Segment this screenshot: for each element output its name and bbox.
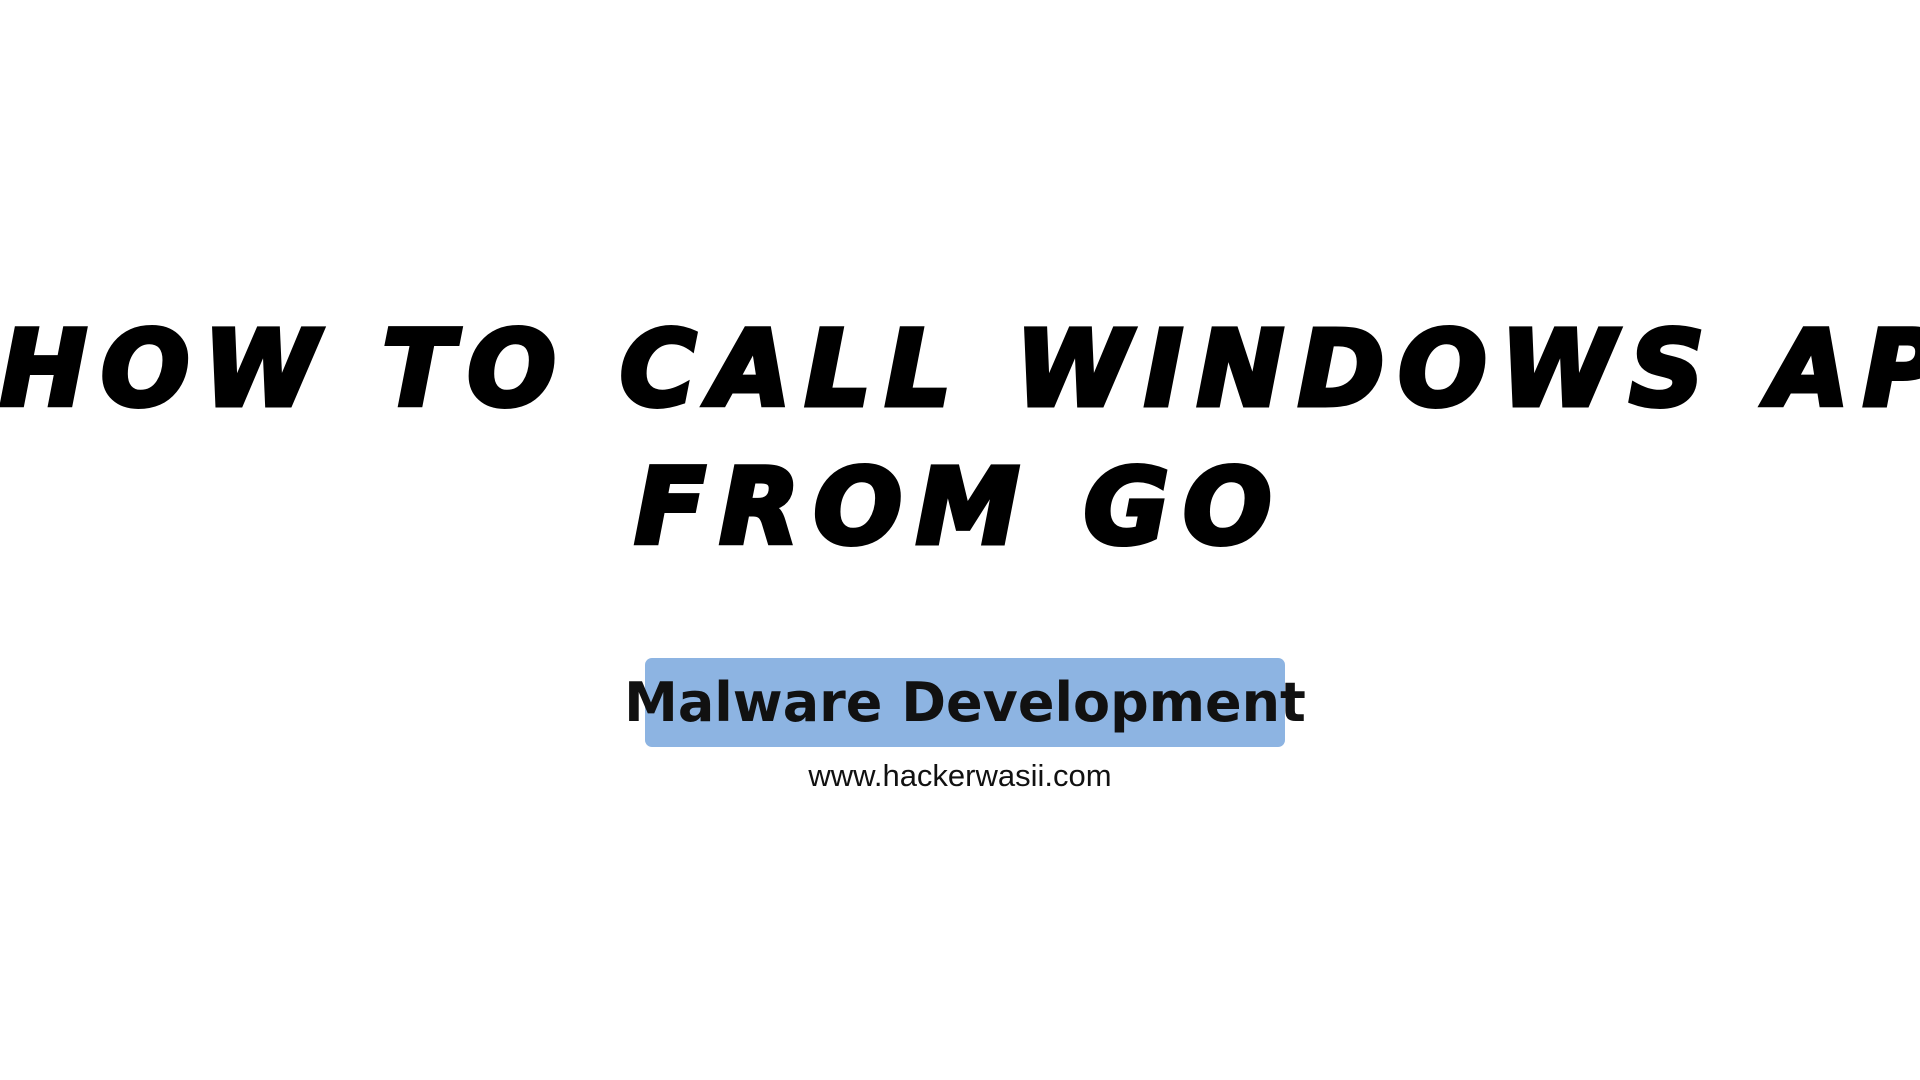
website-url: www.hackerwasii.com — [808, 758, 1112, 793]
page-title: HOW TO CALL WINDOWS API FROM GO — [0, 300, 1920, 576]
category-badge-label: Malware Development — [624, 671, 1306, 734]
category-badge: Malware Development — [624, 658, 1306, 747]
thumbnail-canvas: HOW TO CALL WINDOWS API FROM GO Malware … — [0, 0, 1920, 1080]
title-line-1: HOW TO CALL WINDOWS API — [0, 306, 1920, 433]
title-line-2: FROM GO — [632, 444, 1286, 571]
